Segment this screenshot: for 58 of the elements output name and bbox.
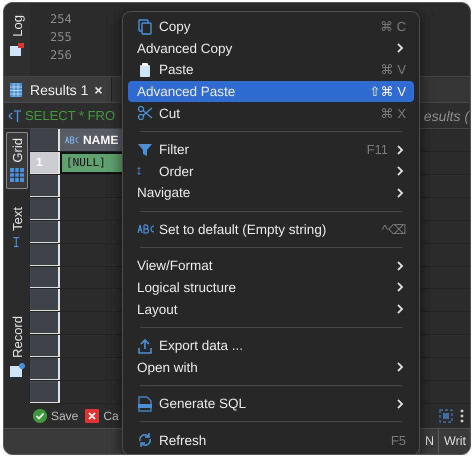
line-number: 255	[50, 29, 72, 45]
view-tab[interactable]: Record	[6, 310, 28, 384]
row-header-cell	[30, 174, 60, 197]
tab-label: Results 1	[30, 82, 88, 98]
menu-item[interactable]: Paste ⌘ V	[128, 59, 414, 81]
copy-icon	[137, 18, 153, 35]
menu-item[interactable]: Layout	[128, 298, 414, 320]
view-tab[interactable]: Grid	[6, 132, 28, 189]
menu-item[interactable]: Advanced Paste ⇧⌘ V	[128, 80, 414, 102]
menu-item[interactable]: Set to default (Empty string) ^⌫	[128, 218, 414, 240]
upload-icon	[137, 338, 153, 354]
menu-item[interactable]: Navigate	[128, 182, 414, 204]
menu-item[interactable]: Order	[128, 160, 414, 182]
abc-icon	[137, 224, 155, 234]
text-icon	[8, 108, 22, 122]
panel-icon	[438, 408, 454, 424]
filter-icon	[137, 142, 153, 158]
row-header-cell	[30, 220, 60, 243]
menu-item[interactable]: View/Format	[128, 255, 414, 277]
filter-hint: esults (	[424, 108, 469, 124]
menu-item[interactable]: Advanced Copy	[128, 38, 414, 60]
log-icon	[9, 40, 25, 57]
row-header-cell	[30, 198, 60, 220]
menu-item[interactable]: Generate SQL	[128, 392, 414, 414]
menu-item[interactable]: Export data ...	[128, 334, 414, 356]
menu-item[interactable]: Copy ⌘ C	[128, 16, 414, 38]
close-button[interactable]: ×	[94, 82, 103, 98]
row-header-cell	[30, 244, 60, 266]
row-header-cell	[30, 289, 60, 312]
line-number: 256	[50, 47, 72, 63]
menu-item[interactable]: Open with	[128, 356, 414, 378]
row-header-cell	[30, 266, 60, 288]
row-header-cell	[30, 358, 60, 380]
toolbar-button[interactable]: Save	[32, 408, 78, 424]
row-header-cell	[30, 335, 60, 358]
abc-icon	[64, 136, 80, 144]
menu-item[interactable]: Cut ⌘ X	[128, 102, 414, 124]
toolbar-button[interactable]: Ca	[84, 408, 119, 424]
menu-item[interactable]: Filter F11	[128, 138, 414, 160]
clipboard-icon	[137, 62, 153, 78]
grid-icon	[9, 166, 25, 183]
view-tab[interactable]: Text	[6, 200, 28, 256]
sql-file-icon	[137, 396, 153, 412]
row-header-cell	[30, 381, 60, 404]
line-number: 254	[50, 11, 72, 27]
scissors-icon	[137, 105, 153, 122]
menu-item[interactable]: Refresh F5	[128, 429, 414, 451]
checkmark-icon	[32, 408, 48, 424]
row-header-cell	[30, 312, 60, 334]
cross-icon	[84, 408, 100, 424]
menu-item[interactable]: Logical structure	[128, 276, 414, 298]
more-icon[interactable]	[460, 409, 464, 423]
results-tab[interactable]: Results 1 ×	[4, 77, 112, 102]
table-icon	[8, 82, 24, 98]
refresh-icon	[137, 432, 153, 448]
query-text[interactable]: SELECT * FRO	[25, 108, 116, 123]
status-item: Writ	[438, 429, 470, 454]
record-icon	[9, 362, 25, 378]
